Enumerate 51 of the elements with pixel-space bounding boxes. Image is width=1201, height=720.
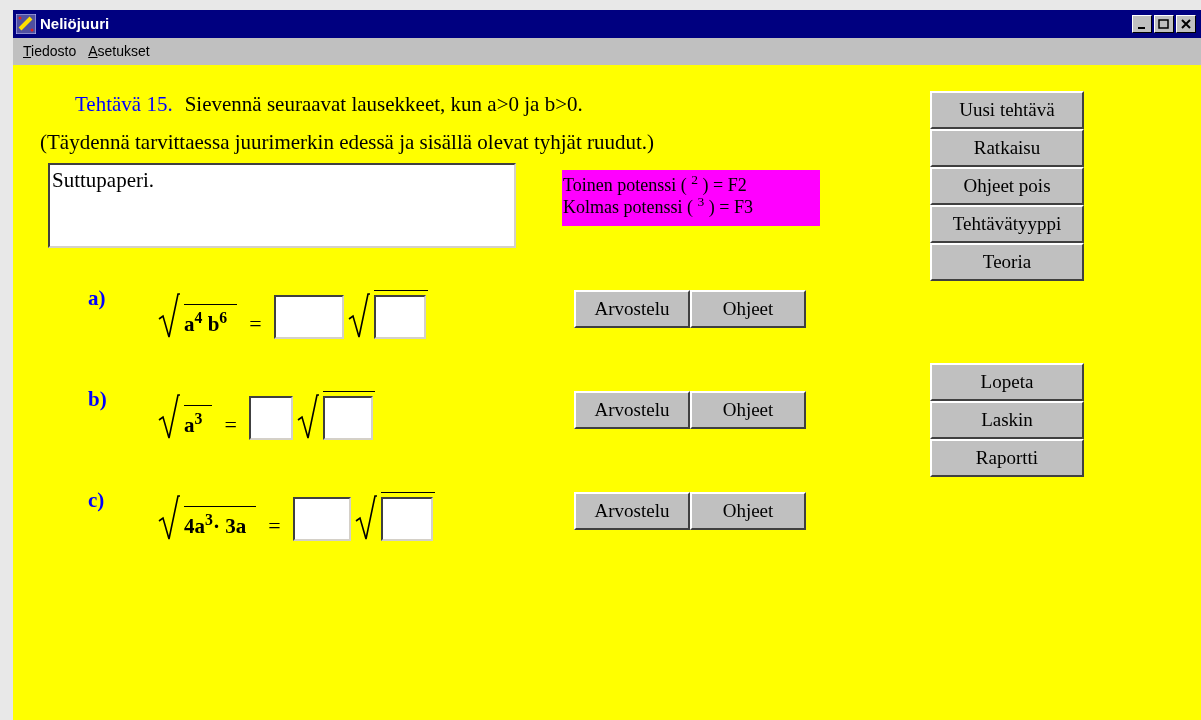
close-button[interactable] [1176, 15, 1196, 33]
window-title: Neliöjuuri [40, 13, 110, 34]
radical-sign-icon [354, 495, 377, 541]
answer-box[interactable] [273, 295, 344, 339]
radicand: 4a$^{3}$· 3a [184, 506, 257, 541]
problem-label: a) [87, 286, 107, 310]
hint-line: Kolmas potenssi ( $^{3}$ ) = F3 [563, 196, 754, 218]
answer-box[interactable] [248, 396, 293, 440]
close-icon [1180, 19, 1192, 29]
maximize-icon [1158, 19, 1170, 29]
radical-sign-icon [296, 394, 319, 440]
scratchpad-field[interactable]: Suttupaperi. [48, 163, 516, 248]
form-button[interactable]: Ohjeet pois [930, 167, 1084, 205]
task-number: Tehtävä 15. [75, 91, 173, 118]
answer-box[interactable] [322, 396, 373, 440]
form-button[interactable]: Ohjeet [690, 290, 806, 328]
answer-box[interactable] [292, 497, 351, 541]
equals-sign: = [223, 411, 238, 439]
task-instruction: (Täydennä tarvittaessa juurimerkin edessä ja sisällä olevat tyhjät ruudut.) [40, 129, 656, 156]
form-button[interactable]: Tehtävätyyppi [930, 205, 1084, 243]
form-button[interactable]: Arvostelu [574, 290, 690, 328]
form-button[interactable]: Lopeta [930, 363, 1084, 401]
form-button[interactable]: Ratkaisu [930, 129, 1084, 167]
problem-label: b) [87, 387, 108, 411]
menu-item[interactable]: Asetukset [88, 41, 150, 62]
problem-label: c) [87, 488, 106, 512]
form-button[interactable]: Laskin [930, 401, 1084, 439]
radicand: a$^{3}$ [184, 405, 213, 440]
equals-sign: = [267, 512, 282, 540]
minimize-icon [1137, 27, 1145, 29]
minimize-button[interactable] [1132, 15, 1152, 33]
answer-box[interactable] [380, 497, 433, 541]
form-button[interactable]: Ohjeet [690, 391, 806, 429]
equals-sign: = [248, 310, 263, 338]
menu-item[interactable]: Tiedosto [23, 41, 77, 62]
radicand: a$^{4}$ b$^{6}$ [184, 304, 238, 339]
form-button[interactable]: Arvostelu [574, 391, 690, 429]
form-button[interactable]: Raportti [930, 439, 1084, 477]
hint-line: Toinen potenssi ( $^{2}$ ) = F2 [563, 174, 748, 196]
answer-box[interactable] [373, 295, 426, 339]
radical-sign-icon [158, 495, 180, 541]
radical-sign-icon [158, 394, 180, 440]
radical-sign-icon [158, 293, 180, 339]
radical-sign-icon [347, 293, 370, 339]
form-button[interactable]: Ohjeet [690, 492, 806, 530]
form-button[interactable]: Uusi tehtävä [930, 91, 1084, 129]
form-button[interactable]: Arvostelu [574, 492, 690, 530]
task-statement: Sievennä seuraavat lausekkeet, kun a>0 ja b>0. [184, 91, 583, 118]
app-logo-icon [16, 14, 36, 34]
maximize-button[interactable] [1154, 15, 1174, 33]
form-button[interactable]: Teoria [930, 243, 1084, 281]
